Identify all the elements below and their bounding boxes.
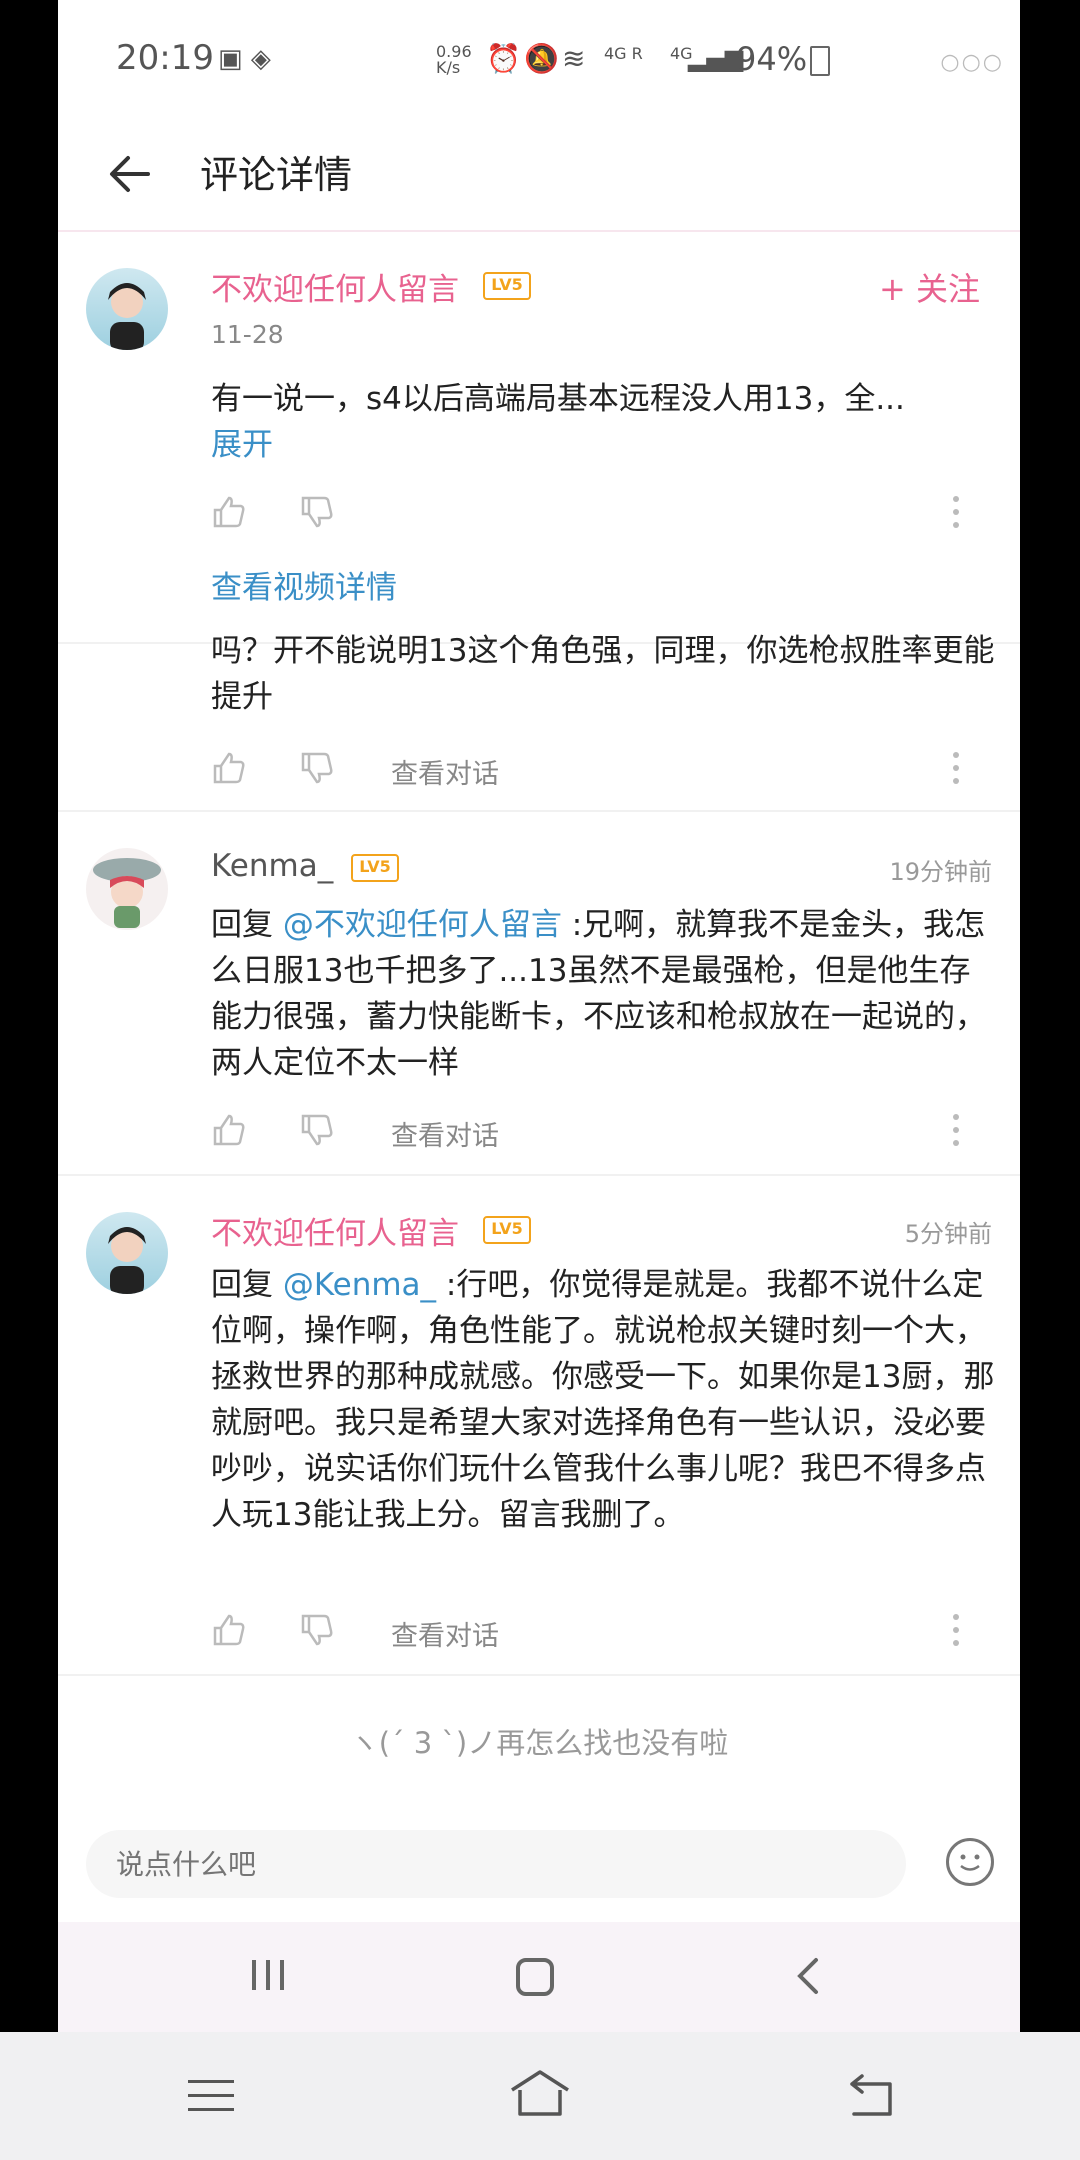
dislike-icon[interactable]	[299, 494, 335, 530]
reply-item: 不欢迎任何人留言 LV5 5分钟前 回复 @Kenma_ :行吧，你觉得是就是。…	[58, 1176, 1020, 1674]
status-notification-icons: ▣ ◈	[218, 44, 271, 74]
level-badge: LV5	[351, 854, 399, 882]
network-1: 4G R	[604, 44, 643, 63]
back-icon[interactable]	[844, 2072, 896, 2120]
avatar[interactable]	[86, 848, 168, 930]
battery-icon	[810, 46, 830, 76]
page-header: 评论详情	[58, 120, 1020, 232]
overflow-dots-icon: ○○○	[940, 50, 1004, 75]
system-nav-bar	[0, 2032, 1080, 2160]
mute-icon: 🔕	[524, 42, 559, 75]
comment-text-body: 有一说一，s4以后高端局基本远程没人用13，全...	[211, 381, 905, 417]
page-title: 评论详情	[200, 153, 353, 197]
emoji-icon[interactable]	[946, 1838, 994, 1886]
reply-body: :行吧，你觉得是就是。我都不说什么定位啊，操作啊，角色性能了。就说枪叔关键时刻一…	[211, 1267, 995, 1533]
like-icon[interactable]	[211, 1612, 247, 1648]
comment-date: 11-28	[211, 320, 284, 349]
end-of-list-text: ヽ(ˊ 3 ˋ)ノ再怎么找也没有啦	[349, 1726, 729, 1760]
status-speed: 0.96 K/s	[436, 42, 472, 77]
comment-text: 有一说一，s4以后高端局基本远程没人用13，全... 展开	[211, 376, 1001, 468]
app-screen: 20:19 ▣ ◈ 0.96 K/s ⏰ 🔕 ≋ 4G R 4G ▂▄▆ 94%…	[58, 0, 1020, 2032]
comment-input-bar	[58, 1820, 1020, 1910]
expand-link[interactable]: 展开	[211, 427, 273, 463]
menu-icon[interactable]	[186, 2074, 236, 2118]
more-options-icon[interactable]	[951, 1612, 961, 1648]
reply-prefix: 回复	[211, 907, 283, 943]
reply-item: Kenma_ LV5 19分钟前 回复 @不欢迎任何人留言 :兄啊，就算我不是金…	[58, 812, 1020, 1174]
view-conversation-link[interactable]: 查看对话	[391, 1614, 499, 1653]
reply-username[interactable]: Kenma_	[211, 848, 333, 884]
home-icon[interactable]	[508, 2068, 572, 2120]
status-bar: 20:19 ▣ ◈ 0.96 K/s ⏰ 🔕 ≋ 4G R 4G ▂▄▆ 94%…	[58, 0, 1020, 120]
partial-reply-text: 吗？开不能说明13这个角色强，同理，你选枪叔胜率更能提升	[211, 633, 995, 715]
back-arrow-icon[interactable]	[100, 144, 160, 204]
view-conversation-link[interactable]: 查看对话	[391, 752, 499, 791]
inner-nav-bar	[58, 1922, 1020, 2032]
mention-link[interactable]: @不欢迎任何人留言	[283, 907, 562, 943]
back-icon[interactable]	[788, 1956, 828, 1996]
reply-actions: 查看对话	[211, 1112, 1001, 1162]
like-icon[interactable]	[211, 1112, 247, 1148]
reply-time: 19分钟前	[889, 858, 992, 886]
follow-button[interactable]: + 关注	[879, 264, 980, 310]
avatar[interactable]	[86, 268, 168, 350]
reply-text: 回复 @Kenma_ :行吧，你觉得是就是。我都不说什么定位啊，操作啊，角色性能…	[211, 1262, 1001, 1538]
battery-percent: 94%	[736, 40, 808, 78]
home-icon[interactable]	[514, 1956, 558, 2000]
dislike-icon[interactable]	[299, 1112, 335, 1148]
reply-time: 5分钟前	[904, 1220, 992, 1248]
reply-actions: 查看对话	[211, 750, 1001, 800]
partial-reply: 吗？开不能说明13这个角色强，同理，你选枪叔胜率更能提升 查看对话	[58, 633, 1020, 810]
comment-username[interactable]: 不欢迎任何人留言	[211, 264, 459, 309]
comment-input[interactable]	[86, 1830, 906, 1898]
like-icon[interactable]	[211, 494, 247, 530]
level-badge: LV5	[483, 272, 531, 300]
view-video-detail-link[interactable]: 查看视频详情	[211, 562, 397, 607]
level-badge: LV5	[483, 1216, 531, 1244]
divider	[58, 1674, 1020, 1676]
view-conversation-link[interactable]: 查看对话	[391, 1114, 499, 1153]
main-comment: 不欢迎任何人留言 LV5 + 关注 11-28 有一说一，s4以后高端局基本远程…	[58, 232, 1020, 642]
mention-link[interactable]: @Kenma_	[283, 1267, 436, 1303]
wifi-icon: ≋	[562, 42, 586, 75]
comment-actions	[211, 494, 1001, 544]
alarm-icon: ⏰	[486, 42, 521, 75]
avatar[interactable]	[86, 1212, 168, 1294]
status-time: 20:19	[116, 38, 214, 78]
more-options-icon[interactable]	[951, 494, 961, 530]
reply-prefix: 回复	[211, 1267, 283, 1303]
like-icon[interactable]	[211, 750, 247, 786]
more-options-icon[interactable]	[951, 1112, 961, 1148]
dislike-icon[interactable]	[299, 1612, 335, 1648]
dislike-icon[interactable]	[299, 750, 335, 786]
more-options-icon[interactable]	[951, 750, 961, 786]
reply-text: 回复 @不欢迎任何人留言 :兄啊，就算我不是金头，我怎么日服13也千把多了...…	[211, 902, 1001, 1086]
reply-actions: 查看对话	[211, 1612, 1001, 1662]
reply-username[interactable]: 不欢迎任何人留言	[211, 1208, 459, 1253]
recent-apps-icon[interactable]	[248, 1956, 288, 1996]
